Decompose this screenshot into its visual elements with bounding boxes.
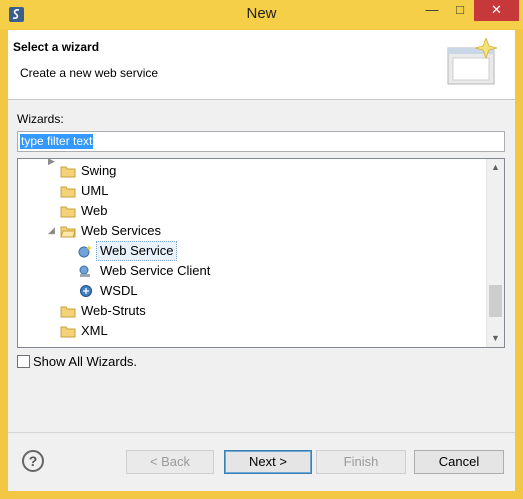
wizard-tree[interactable]: ▶ Swing UML Web ◢ Web Services Web Servi… <box>17 158 505 348</box>
minimize-button[interactable]: — <box>419 0 445 21</box>
dialog-client: Select a wizard Create a new web service… <box>8 30 515 491</box>
wizards-label: Wizards: <box>17 112 64 126</box>
folder-open-icon <box>60 226 76 238</box>
maximize-button[interactable]: □ <box>447 0 473 21</box>
finish-button[interactable]: Finish <box>316 450 406 474</box>
collapsed-arrow-icon[interactable]: ▶ <box>48 159 55 167</box>
header-title: Select a wizard <box>13 40 100 54</box>
wizard-banner-icon <box>447 38 498 85</box>
expanded-arrow-icon[interactable]: ◢ <box>48 225 55 236</box>
cancel-button[interactable]: Cancel <box>414 450 504 474</box>
title-bar[interactable]: New — □ ✕ <box>0 0 523 29</box>
folder-icon <box>60 206 76 218</box>
wizard-header: Select a wizard Create a new web service <box>8 30 515 100</box>
show-all-label: Show All Wizards. <box>33 354 138 369</box>
scrollbar-thumb[interactable] <box>489 285 502 317</box>
help-icon[interactable]: ? <box>22 450 44 472</box>
wsdl-icon <box>80 285 92 297</box>
close-button[interactable]: ✕ <box>474 0 519 21</box>
back-button[interactable]: < Back <box>126 450 214 474</box>
filter-text: type filter text <box>20 134 94 149</box>
scroll-up-icon[interactable]: ▲ <box>487 159 504 176</box>
web-service-wizard-icon <box>78 245 92 258</box>
folder-icon <box>60 306 76 318</box>
checkbox-box[interactable] <box>17 355 30 368</box>
tree-scrollbar[interactable]: ▲ ▼ <box>486 159 504 347</box>
folder-icon <box>60 186 76 198</box>
next-button[interactable]: Next > <box>224 450 312 474</box>
web-service-client-icon <box>79 265 90 277</box>
filter-input[interactable]: type filter text <box>17 131 505 152</box>
folder-icon <box>60 166 76 178</box>
header-description: Create a new web service <box>20 66 159 80</box>
folder-icon <box>60 326 76 338</box>
dialog-window: New — □ ✕ Select a wizard Create a new w… <box>0 0 523 499</box>
button-bar-separator <box>8 432 515 433</box>
scroll-down-icon[interactable]: ▼ <box>487 330 504 347</box>
